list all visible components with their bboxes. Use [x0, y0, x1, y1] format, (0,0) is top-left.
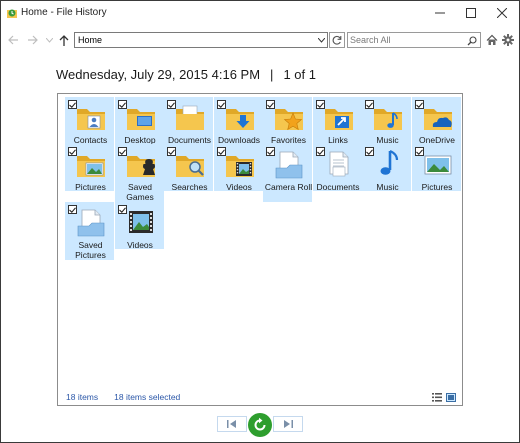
details-view-icon[interactable]: [432, 391, 442, 402]
item-tile[interactable]: Camera Roll: [263, 144, 312, 202]
videos-folder-icon: [224, 148, 256, 180]
item-tile[interactable]: Desktop: [114, 97, 164, 145]
next-version-icon: [284, 420, 293, 428]
search-box[interactable]: [347, 32, 481, 48]
pictures-library-icon: [422, 148, 454, 180]
search-icon[interactable]: [467, 35, 477, 46]
heading-separator: |: [270, 67, 274, 82]
recent-locations-chevron-icon[interactable]: [42, 33, 56, 47]
maximize-button[interactable]: [456, 3, 486, 23]
item-tile[interactable]: Searches: [164, 144, 213, 192]
item-tile[interactable]: OneDrive: [411, 97, 461, 145]
previous-version-icon: [227, 420, 236, 428]
item-label: Music: [376, 182, 399, 192]
view-switcher: [432, 391, 456, 402]
item-tile[interactable]: Favorites: [263, 97, 312, 145]
page-indicator: 1 of 1: [283, 67, 316, 82]
item-tile[interactable]: Documents: [164, 97, 213, 145]
file-history-window: Home - File History Home Search All Wedn…: [0, 0, 520, 443]
playback-controls: [217, 413, 303, 437]
documents-folder-icon: [174, 101, 206, 133]
item-count: 18 items: [66, 392, 99, 402]
close-button[interactable]: [487, 3, 517, 23]
window-title: Home - File History: [21, 7, 107, 18]
item-label: Videos: [127, 240, 153, 250]
documents-library-icon: [323, 148, 355, 180]
address-text: Home: [78, 35, 103, 45]
favorites-folder-icon: [273, 101, 305, 133]
contacts-folder-icon: [75, 101, 107, 133]
large-icons-view-icon[interactable]: [446, 391, 456, 402]
item-label: Camera Roll: [264, 182, 313, 192]
item-label: Searches: [171, 182, 208, 192]
item-label: Videos: [226, 182, 252, 192]
restore-button[interactable]: [248, 413, 272, 437]
home-icon[interactable]: [486, 34, 498, 46]
refresh-button[interactable]: [329, 32, 345, 48]
searches-folder-icon: [174, 148, 206, 180]
title-bar[interactable]: Home - File History: [1, 1, 519, 27]
item-label: Saved Pictures: [75, 240, 106, 260]
search-input[interactable]: [350, 34, 462, 46]
item-label: Pictures: [421, 182, 453, 192]
item-tile[interactable]: Videos: [114, 202, 164, 250]
backup-contents-panel: Contacts Desktop Documents Downloads Favorit…: [57, 93, 463, 406]
item-tile[interactable]: Contacts: [65, 97, 114, 145]
downloads-folder-icon: [224, 101, 256, 133]
videos-library-icon: [125, 206, 157, 238]
item-label: Pictures: [75, 182, 106, 192]
backup-date: Wednesday, July 29, 2015 4:16 PM: [56, 67, 261, 82]
onedrive-folder-icon: [422, 101, 454, 133]
item-tile[interactable]: Saved Pictures: [65, 202, 114, 260]
item-tile[interactable]: Videos: [213, 144, 263, 192]
restore-icon: [254, 417, 266, 431]
forward-arrow-icon[interactable]: [25, 33, 39, 47]
item-tile[interactable]: Music: [362, 144, 411, 192]
item-label: Saved Games: [126, 182, 154, 202]
saved-pictures-library-icon: [75, 206, 107, 238]
status-bar: 18 items 18 items selected: [66, 392, 180, 402]
previous-version-button[interactable]: [217, 416, 247, 432]
desktop-folder-icon: [125, 101, 157, 133]
minimize-button[interactable]: [425, 3, 455, 23]
address-bar[interactable]: Home: [74, 32, 328, 48]
back-arrow-icon[interactable]: [6, 33, 20, 47]
music-folder-icon: [372, 101, 404, 133]
up-arrow-icon[interactable]: [57, 33, 71, 47]
next-version-button[interactable]: [273, 416, 303, 432]
music-library-icon: [372, 148, 404, 180]
item-tile[interactable]: Saved Games: [114, 144, 164, 202]
item-tile[interactable]: Pictures: [65, 144, 114, 192]
file-history-icon: [6, 7, 18, 19]
item-tile[interactable]: Downloads: [213, 97, 263, 145]
item-tile[interactable]: Music: [362, 97, 411, 145]
pictures-folder-icon: [75, 148, 107, 180]
gear-icon[interactable]: [502, 34, 514, 46]
backup-date-heading: Wednesday, July 29, 2015 4:16 PM | 1 of 1: [56, 67, 326, 82]
item-tile[interactable]: Links: [312, 97, 362, 145]
camera-roll-library-icon: [273, 148, 305, 180]
item-tile[interactable]: Documents: [312, 144, 362, 192]
refresh-icon: [332, 35, 342, 45]
selected-count: 18 items selected: [114, 392, 181, 402]
saved-games-folder-icon: [125, 148, 157, 180]
item-tile[interactable]: Pictures: [411, 144, 461, 192]
navigation-bar: Home: [1, 29, 519, 51]
address-dropdown-chevron-icon[interactable]: [316, 35, 326, 46]
item-label: Documents: [316, 182, 360, 192]
links-folder-icon: [323, 101, 355, 133]
